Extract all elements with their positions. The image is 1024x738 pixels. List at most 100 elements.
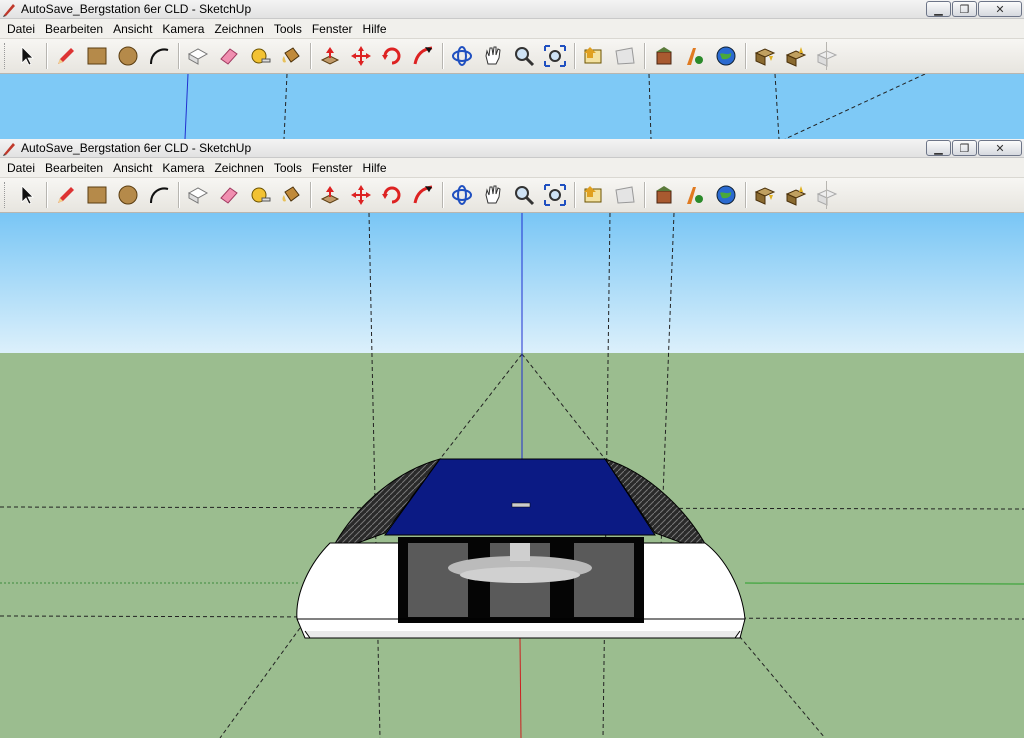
previous-view-tool-button[interactable] — [579, 41, 609, 71]
menu-bar: Datei Bearbeiten Ansicht Kamera Zeichnen… — [0, 158, 1024, 178]
orbit-icon — [452, 185, 472, 205]
circle-tool-button[interactable] — [113, 180, 143, 210]
toolbar-grip[interactable] — [4, 43, 8, 69]
add-location-icon — [656, 186, 672, 204]
toolbar-separator — [745, 182, 747, 208]
toggle-terrain-tool-button[interactable] — [680, 180, 710, 210]
select-tool-button[interactable] — [12, 180, 42, 210]
title-bar[interactable]: AutoSave_Bergstation 6er CLD - SketchUp … — [0, 0, 1024, 19]
paint-bucket-tool-button[interactable] — [276, 180, 306, 210]
menu-ansicht[interactable]: Ansicht — [109, 159, 156, 177]
next-view-tool-button[interactable] — [610, 180, 640, 210]
menu-datei[interactable]: Datei — [3, 159, 39, 177]
viewport-scene — [0, 74, 1024, 139]
tape-measure-tool-button[interactable] — [245, 180, 275, 210]
arc-tool-button[interactable] — [144, 180, 174, 210]
menu-kamera[interactable]: Kamera — [158, 159, 208, 177]
menu-kamera[interactable]: Kamera — [158, 20, 208, 38]
menu-zeichnen[interactable]: Zeichnen — [210, 20, 267, 38]
add-location-tool-button[interactable] — [649, 180, 679, 210]
menu-hilfe[interactable]: Hilfe — [359, 20, 391, 38]
zoom-extents-tool-button[interactable] — [540, 41, 570, 71]
eraser-tool-button[interactable] — [214, 41, 244, 71]
menu-tools[interactable]: Tools — [270, 20, 306, 38]
sketchup-window-background[interactable]: AutoSave_Bergstation 6er CLD - SketchUp … — [0, 0, 1024, 139]
eraser-icon — [220, 48, 238, 65]
window-title: AutoSave_Bergstation 6er CLD - SketchUp — [21, 2, 252, 16]
menu-bearbeiten[interactable]: Bearbeiten — [41, 159, 107, 177]
toolbar-separator — [644, 182, 646, 208]
zoom-tool-button[interactable] — [509, 41, 539, 71]
previous-view-icon — [584, 186, 602, 203]
share-model-tool-button[interactable] — [781, 180, 811, 210]
circle-icon — [118, 46, 138, 66]
get-models-tool-button[interactable] — [750, 180, 780, 210]
menu-datei[interactable]: Datei — [3, 20, 39, 38]
menu-zeichnen[interactable]: Zeichnen — [210, 159, 267, 177]
tape-measure-icon — [251, 48, 271, 64]
orbit-tool-button[interactable] — [447, 41, 477, 71]
add-location-tool-button[interactable] — [649, 41, 679, 71]
close-button[interactable]: ✕ — [978, 140, 1022, 156]
rectangle-icon — [87, 186, 107, 204]
menu-fenster[interactable]: Fenster — [308, 20, 357, 38]
circle-tool-button[interactable] — [113, 41, 143, 71]
toolbar-end-divider — [826, 42, 827, 70]
arc-tool-button[interactable] — [144, 41, 174, 71]
google-earth-tool-button[interactable] — [711, 41, 741, 71]
get-models-tool-button[interactable] — [750, 41, 780, 71]
drawing-viewport[interactable] — [0, 74, 1024, 139]
menu-bearbeiten[interactable]: Bearbeiten — [41, 20, 107, 38]
drawing-viewport[interactable] — [0, 213, 1024, 738]
sketchup-window-active[interactable]: AutoSave_Bergstation 6er CLD - SketchUp … — [0, 139, 1024, 738]
eraser-tool-button[interactable] — [214, 180, 244, 210]
select-icon — [21, 46, 34, 66]
push-pull-tool-button[interactable] — [315, 180, 345, 210]
pan-hand-tool-button[interactable] — [478, 180, 508, 210]
toolbar-separator — [745, 43, 747, 69]
minimize-button[interactable]: ▁ — [926, 1, 951, 17]
follow-me-tool-button[interactable] — [408, 41, 438, 71]
close-button[interactable]: ✕ — [978, 1, 1022, 17]
restore-button[interactable]: ❐ — [952, 1, 977, 17]
toolbar-separator — [644, 43, 646, 69]
zoom-extents-tool-button[interactable] — [540, 180, 570, 210]
sketchup-app-icon — [3, 4, 15, 17]
push-pull-icon — [320, 186, 340, 204]
push-pull-tool-button[interactable] — [315, 41, 345, 71]
tape-measure-tool-button[interactable] — [245, 41, 275, 71]
share-component-tool-button[interactable] — [812, 180, 842, 210]
zoom-tool-button[interactable] — [509, 180, 539, 210]
follow-me-tool-button[interactable] — [408, 180, 438, 210]
rectangle-tool-button[interactable] — [82, 41, 112, 71]
previous-view-tool-button[interactable] — [579, 180, 609, 210]
move-tool-button[interactable] — [346, 41, 376, 71]
toggle-terrain-tool-button[interactable] — [680, 41, 710, 71]
share-model-tool-button[interactable] — [781, 41, 811, 71]
rectangle-tool-button[interactable] — [82, 180, 112, 210]
rotate-tool-button[interactable] — [377, 180, 407, 210]
line-pencil-tool-button[interactable] — [51, 180, 81, 210]
menu-ansicht[interactable]: Ansicht — [109, 20, 156, 38]
title-bar[interactable]: AutoSave_Bergstation 6er CLD - SketchUp … — [0, 139, 1024, 158]
minimize-button[interactable]: ▁ — [926, 140, 951, 156]
restore-button[interactable]: ❐ — [952, 140, 977, 156]
rotate-tool-button[interactable] — [377, 41, 407, 71]
pan-hand-tool-button[interactable] — [478, 41, 508, 71]
select-tool-button[interactable] — [12, 41, 42, 71]
rotate-icon — [382, 186, 401, 204]
menu-hilfe[interactable]: Hilfe — [359, 159, 391, 177]
orbit-tool-button[interactable] — [447, 180, 477, 210]
google-earth-tool-button[interactable] — [711, 180, 741, 210]
make-component-tool-button[interactable] — [183, 41, 213, 71]
make-component-tool-button[interactable] — [183, 180, 213, 210]
next-view-tool-button[interactable] — [610, 41, 640, 71]
menu-tools[interactable]: Tools — [270, 159, 306, 177]
google-earth-icon — [716, 185, 736, 205]
toolbar-grip[interactable] — [4, 182, 8, 208]
move-tool-button[interactable] — [346, 180, 376, 210]
line-pencil-tool-button[interactable] — [51, 41, 81, 71]
share-component-tool-button[interactable] — [812, 41, 842, 71]
paint-bucket-tool-button[interactable] — [276, 41, 306, 71]
menu-fenster[interactable]: Fenster — [308, 159, 357, 177]
